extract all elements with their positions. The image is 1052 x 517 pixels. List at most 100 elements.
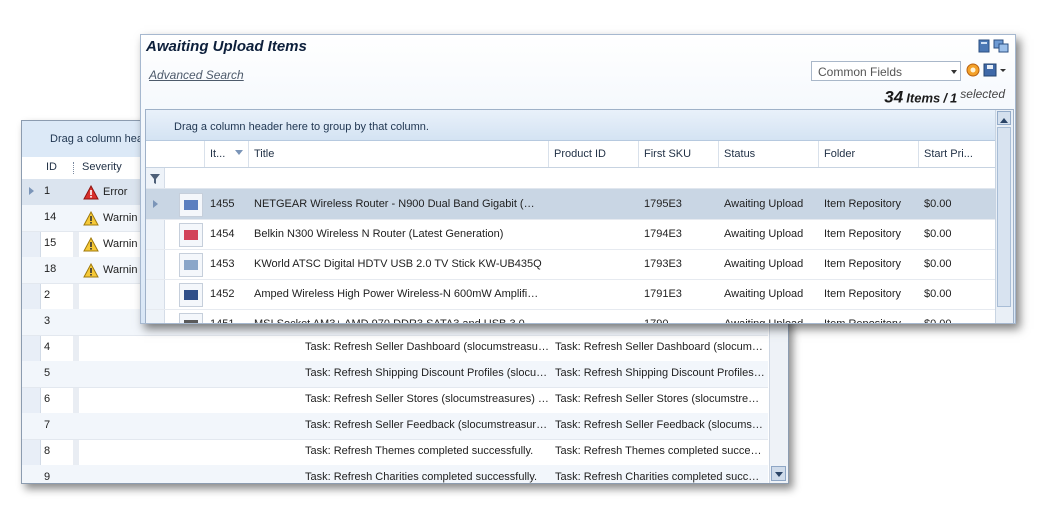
windows-icon[interactable] bbox=[993, 39, 1009, 53]
sort-descending-icon bbox=[235, 150, 244, 155]
message-detail-cell: Task: Refresh Shipping Discount Profiles… bbox=[555, 367, 765, 379]
group-by-hint: Drag a column hea bbox=[50, 133, 143, 145]
current-row-indicator-icon bbox=[29, 187, 38, 195]
title-cell: NETGEAR Wireless Router - N900 Dual Band… bbox=[254, 198, 544, 210]
log-id-cell: 3 bbox=[44, 315, 51, 327]
error-icon bbox=[83, 184, 99, 199]
settings-gear-icon[interactable] bbox=[965, 62, 981, 78]
title-cell: MSI Socket AM3+ AMD 970 DDR3 SATA3 and U… bbox=[254, 318, 544, 324]
item-row[interactable]: 1451 MSI Socket AM3+ AMD 970 DDR3 SATA3 a… bbox=[146, 309, 996, 324]
count-separator: / bbox=[943, 90, 947, 106]
severity-label: Warnin bbox=[103, 264, 138, 276]
column-resize-handle[interactable] bbox=[73, 162, 75, 174]
field-set-dropdown[interactable]: Common Fields bbox=[811, 61, 961, 81]
severity-label: Error bbox=[103, 186, 128, 198]
message-cell: Task: Refresh Charities completed succes… bbox=[305, 471, 538, 483]
scrollbar-thumb[interactable] bbox=[997, 127, 1011, 307]
item-row[interactable]: 1455 NETGEAR Wireless Router - N900 Dual … bbox=[146, 189, 996, 220]
column-header-row: It... Title Product ID First SKU Status … bbox=[146, 141, 996, 168]
product-thumbnail bbox=[179, 193, 203, 217]
message-detail-cell: Task: Refresh Seller Feedback (slocumstr… bbox=[555, 419, 765, 431]
column-header-id[interactable]: ID bbox=[46, 161, 57, 173]
product-thumbnail bbox=[179, 283, 203, 307]
log-id-cell: 7 bbox=[44, 419, 51, 431]
vertical-scrollbar[interactable] bbox=[995, 110, 1013, 323]
message-cell: Task: Refresh Seller Dashboard (slocumst… bbox=[305, 341, 550, 353]
start-price-cell: $0.00 bbox=[924, 198, 952, 210]
log-id-cell: 6 bbox=[44, 393, 51, 405]
log-row[interactable]: 6 Task: Refresh Seller Stores (slocumstre… bbox=[22, 387, 768, 414]
first-sku-cell: 1791E3 bbox=[644, 288, 682, 300]
message-detail-cell: Task: Refresh Themes completed success..… bbox=[555, 445, 765, 457]
severity-cell: Warnin bbox=[83, 207, 137, 229]
log-id-cell: 4 bbox=[44, 341, 51, 353]
start-price-cell: $0.00 bbox=[924, 318, 952, 324]
log-row[interactable]: 5 Task: Refresh Shipping Discount Profile… bbox=[22, 361, 768, 388]
item-id-cell: 1453 bbox=[210, 258, 235, 270]
chevron-down-icon bbox=[951, 70, 957, 77]
item-count: 34 Items / 1 selected bbox=[884, 87, 1005, 108]
window-tool-icons bbox=[977, 39, 1009, 53]
item-id-cell: 1455 bbox=[210, 198, 235, 210]
item-row[interactable]: 1454 Belkin N300 Wireless N Router (Lates… bbox=[146, 219, 996, 250]
status-cell: Awaiting Upload bbox=[724, 258, 804, 270]
item-row[interactable]: 1452 Amped Wireless High Power Wireless-N… bbox=[146, 279, 996, 310]
message-detail-cell: Task: Refresh Seller Stores (slocumstrea… bbox=[555, 393, 765, 405]
item-id-cell: 1451 bbox=[210, 318, 235, 324]
status-cell: Awaiting Upload bbox=[724, 198, 804, 210]
message-cell: Task: Refresh Seller Feedback (slocumstr… bbox=[305, 419, 550, 431]
log-row[interactable]: 9 Task: Refresh Charities completed succe… bbox=[22, 465, 768, 483]
save-menu-icon[interactable] bbox=[983, 62, 1007, 78]
selected-label: selected bbox=[960, 87, 1005, 101]
page-title: Awaiting Upload Items bbox=[146, 38, 307, 55]
first-sku-cell: 1793E3 bbox=[644, 258, 682, 270]
item-count-value: 34 bbox=[884, 87, 904, 107]
message-cell: Task: Refresh Seller Stores (slocumstrea… bbox=[305, 393, 550, 405]
folder-cell: Item Repository bbox=[824, 318, 902, 324]
item-id-cell: 1454 bbox=[210, 228, 235, 240]
log-id-cell: 14 bbox=[44, 211, 57, 223]
first-sku-cell: 1794E3 bbox=[644, 228, 682, 240]
start-price-cell: $0.00 bbox=[924, 258, 952, 270]
title-cell: Amped Wireless High Power Wireless-N 600… bbox=[254, 288, 544, 300]
warning-icon bbox=[83, 236, 99, 251]
log-id-cell: 18 bbox=[44, 263, 57, 275]
advanced-search-link[interactable]: Advanced Search bbox=[149, 68, 244, 82]
title-cell: Belkin N300 Wireless N Router (Latest Ge… bbox=[254, 228, 504, 240]
severity-cell: Warnin bbox=[83, 233, 137, 255]
column-divider bbox=[248, 141, 249, 167]
log-id-cell: 15 bbox=[44, 237, 57, 249]
folder-cell: Item Repository bbox=[824, 228, 902, 240]
current-row-indicator-icon bbox=[153, 200, 162, 208]
scroll-down-button[interactable] bbox=[771, 466, 786, 481]
column-divider bbox=[638, 141, 639, 167]
item-row[interactable]: 1453 KWorld ATSC Digital HDTV USB 2.0 TV … bbox=[146, 249, 996, 280]
log-row[interactable]: 4 Task: Refresh Seller Dashboard (slocums… bbox=[22, 335, 768, 362]
title-cell: KWorld ATSC Digital HDTV USB 2.0 TV Stic… bbox=[254, 258, 542, 270]
group-by-hint: Drag a column header here to group by th… bbox=[174, 121, 429, 133]
book-icon[interactable] bbox=[977, 39, 991, 53]
log-id-cell: 8 bbox=[44, 445, 51, 457]
awaiting-upload-window: Awaiting Upload Items Advanced Search Co… bbox=[140, 34, 1016, 324]
column-divider bbox=[918, 141, 919, 167]
warning-icon bbox=[83, 210, 99, 225]
column-divider bbox=[718, 141, 719, 167]
filter-row[interactable] bbox=[146, 168, 996, 189]
message-cell: Task: Refresh Shipping Discount Profiles… bbox=[305, 367, 550, 379]
product-thumbnail bbox=[179, 253, 203, 277]
severity-label: Warnin bbox=[103, 238, 138, 250]
log-id-cell: 5 bbox=[44, 367, 51, 379]
log-row[interactable]: 7 Task: Refresh Seller Feedback (slocumst… bbox=[22, 413, 768, 440]
scroll-up-button[interactable] bbox=[997, 111, 1011, 125]
log-id-cell: 2 bbox=[44, 289, 51, 301]
items-grid: Drag a column header here to group by th… bbox=[145, 109, 1014, 324]
status-cell: Awaiting Upload bbox=[724, 228, 804, 240]
group-by-bar[interactable]: Drag a column header here to group by th… bbox=[146, 110, 1013, 141]
selected-count-value: 1 bbox=[950, 90, 958, 106]
first-sku-cell: 1795E3 bbox=[644, 198, 682, 210]
log-row[interactable]: 8 Task: Refresh Themes completed successf… bbox=[22, 439, 768, 466]
items-label: Items bbox=[906, 90, 941, 106]
field-set-value: Common Fields bbox=[818, 65, 903, 79]
column-header-severity[interactable]: Severity bbox=[82, 161, 122, 173]
status-cell: Awaiting Upload bbox=[724, 288, 804, 300]
